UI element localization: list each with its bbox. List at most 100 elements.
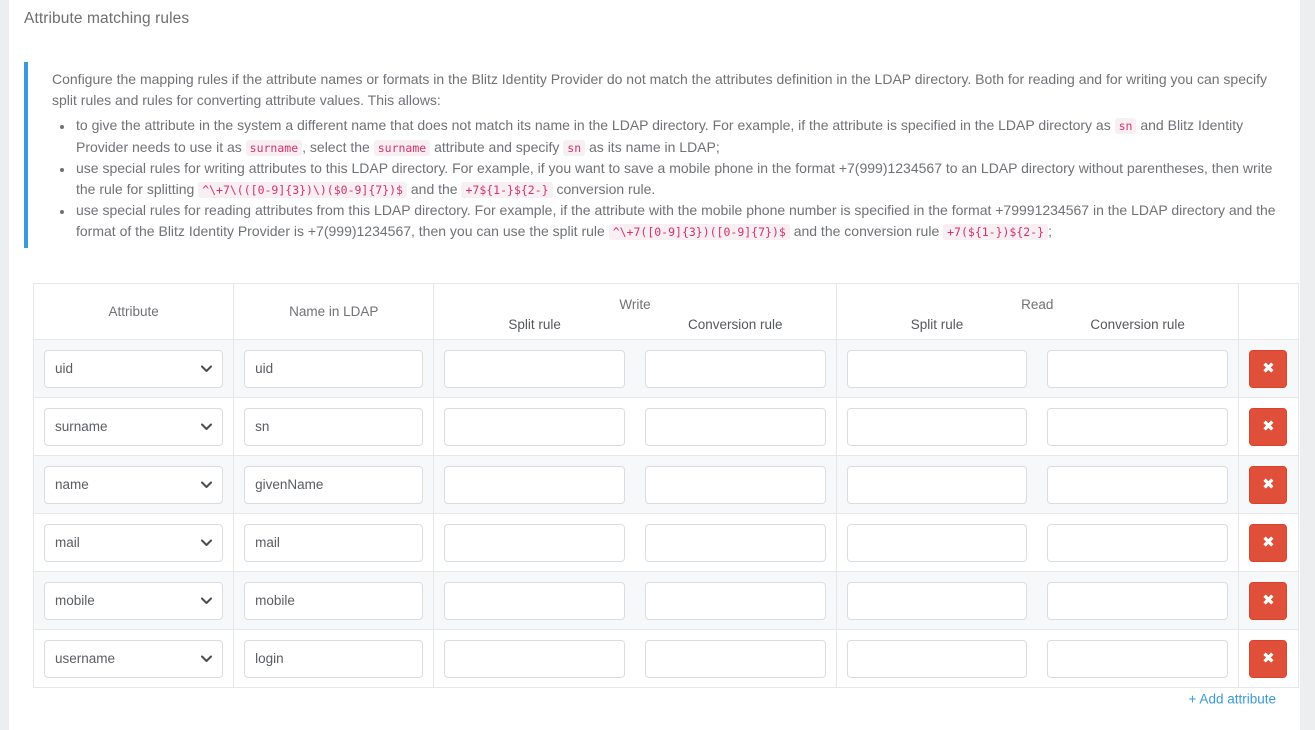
column-header-actions — [1237, 283, 1300, 340]
write-split-rule-input-wrapper — [434, 349, 635, 388]
write-conversion-rule-input[interactable] — [644, 523, 826, 562]
delete-row-button[interactable]: ✖ — [1249, 639, 1288, 678]
read-conversion-rule-input[interactable] — [1047, 407, 1228, 446]
write-conversion-rule-input[interactable] — [644, 465, 826, 504]
group-label-read: Read — [1021, 296, 1054, 312]
read-split-rule-input[interactable] — [846, 465, 1028, 504]
name-in-ldap-input[interactable] — [244, 581, 424, 620]
info-bullet-read-rules: use special rules for reading attributes… — [74, 200, 1286, 242]
write-split-rule-input[interactable] — [444, 465, 625, 504]
cell-name-in-ldap — [233, 339, 435, 398]
column-header-write-conversion-rule: Conversion rule — [688, 316, 783, 332]
write-conversion-rule-input-wrapper — [635, 349, 836, 388]
info-intro-text: Configure the mapping rules if the attri… — [52, 71, 1268, 108]
delete-row-button[interactable]: ✖ — [1249, 465, 1288, 504]
bullet3-part2: and the conversion rule — [793, 222, 940, 239]
cell-write-rules — [433, 397, 837, 456]
read-conversion-rule-input[interactable] — [1047, 465, 1228, 504]
write-conversion-rule-input-wrapper — [635, 465, 836, 504]
write-split-rule-input[interactable] — [444, 581, 625, 620]
name-in-ldap-input[interactable] — [244, 639, 424, 678]
attribute-rules-table: Attribute Name in LDAP Write Split rule … — [32, 283, 1300, 688]
table-row: mobile ✖ — [32, 571, 1300, 630]
group-label-write: Write — [619, 296, 651, 312]
attribute-select-wrapper: uid — [44, 349, 224, 388]
read-conversion-rule-input[interactable] — [1047, 639, 1228, 678]
bullet3-code1: ^\+7([0-9]{3})([0-9]{7})$ — [608, 223, 790, 240]
cell-name-in-ldap — [233, 513, 435, 572]
write-conversion-rule-input[interactable] — [644, 407, 826, 446]
delete-row-button[interactable]: ✖ — [1249, 349, 1288, 388]
table-row: uid ✖ — [32, 339, 1300, 398]
bullet1-part4: attribute and specify — [434, 138, 560, 155]
name-in-ldap-input[interactable] — [244, 523, 424, 562]
read-split-rule-input[interactable] — [846, 407, 1028, 446]
read-split-rule-input-wrapper — [837, 523, 1038, 562]
table-row: mail ✖ — [32, 513, 1300, 572]
cell-read-rules — [835, 571, 1239, 630]
bullet1-part5: as its name in LDAP; — [589, 138, 720, 155]
table-header: Attribute Name in LDAP Write Split rule … — [32, 283, 1300, 340]
cell-name-in-ldap — [233, 571, 435, 630]
read-conversion-rule-input-wrapper — [1037, 407, 1238, 446]
cell-actions: ✖ — [1237, 513, 1300, 572]
bullet2-part2: and the — [410, 180, 458, 197]
write-split-rule-input[interactable] — [444, 349, 625, 388]
content-panel: Attribute matching rules Configure the m… — [9, 0, 1300, 730]
read-split-rule-input[interactable] — [846, 639, 1028, 678]
read-conversion-rule-input-wrapper — [1037, 639, 1238, 678]
name-in-ldap-input[interactable] — [244, 465, 424, 504]
bullet1-part3: , select the — [302, 138, 370, 155]
write-split-rule-input[interactable] — [444, 639, 625, 678]
read-conversion-rule-input[interactable] — [1047, 581, 1228, 620]
read-split-rule-input[interactable] — [846, 523, 1028, 562]
close-icon: ✖ — [1262, 475, 1275, 493]
table-body: uid ✖ surname ✖ name ✖ mail ✖ mobile ✖ username ✖ — [32, 339, 1300, 688]
info-bullet-rename: to give the attribute in the system a di… — [74, 115, 1286, 158]
delete-row-button[interactable]: ✖ — [1249, 581, 1288, 620]
attribute-select-wrapper: username — [44, 639, 224, 678]
cell-name-in-ldap — [233, 397, 435, 456]
attribute-select-wrapper: name — [44, 465, 224, 504]
write-split-rule-input-wrapper — [434, 639, 635, 678]
add-attribute-link[interactable]: + Add attribute — [1189, 692, 1276, 707]
page-root: Attribute matching rules Configure the m… — [0, 0, 1315, 730]
attribute-select[interactable]: name — [44, 465, 224, 504]
cell-name-in-ldap — [233, 455, 435, 514]
bullet1-code1: sn — [1114, 118, 1137, 134]
close-icon: ✖ — [1262, 417, 1275, 435]
column-header-name-in-ldap: Name in LDAP — [233, 283, 435, 340]
write-split-rule-input[interactable] — [444, 523, 625, 562]
write-split-rule-input[interactable] — [444, 407, 625, 446]
read-conversion-rule-input[interactable] — [1047, 523, 1228, 562]
cell-write-rules — [433, 339, 837, 398]
write-conversion-rule-input[interactable] — [644, 639, 826, 678]
cell-actions: ✖ — [1237, 629, 1300, 688]
bullet1-code2: surname — [245, 139, 303, 156]
bullet2-part3: conversion rule. — [556, 180, 656, 197]
read-split-rule-input-wrapper — [837, 407, 1038, 446]
column-header-attribute: Attribute — [32, 283, 235, 340]
cell-name-in-ldap — [233, 629, 435, 688]
read-conversion-rule-input-wrapper — [1037, 523, 1238, 562]
read-split-rule-input[interactable] — [846, 349, 1028, 388]
delete-row-button[interactable]: ✖ — [1249, 523, 1288, 562]
bullet1-code4: sn — [563, 139, 586, 156]
delete-row-button[interactable]: ✖ — [1249, 407, 1288, 446]
attribute-select[interactable]: uid — [44, 349, 224, 388]
name-in-ldap-input[interactable] — [244, 349, 424, 388]
write-split-rule-input-wrapper — [434, 465, 635, 504]
write-conversion-rule-input-wrapper — [635, 639, 836, 678]
read-conversion-rule-input[interactable] — [1047, 349, 1228, 388]
read-conversion-rule-input-wrapper — [1037, 581, 1238, 620]
name-in-ldap-input[interactable] — [244, 407, 424, 446]
attribute-select[interactable]: username — [44, 639, 224, 678]
attribute-select[interactable]: mail — [44, 523, 224, 562]
bullet2-code2: +7${1-}${2-} — [461, 181, 553, 198]
attribute-select[interactable]: mobile — [44, 581, 224, 620]
table-row: name ✖ — [32, 455, 1300, 514]
read-split-rule-input[interactable] — [846, 581, 1028, 620]
attribute-select[interactable]: surname — [44, 407, 224, 446]
write-conversion-rule-input[interactable] — [644, 581, 826, 620]
write-conversion-rule-input[interactable] — [644, 349, 826, 388]
